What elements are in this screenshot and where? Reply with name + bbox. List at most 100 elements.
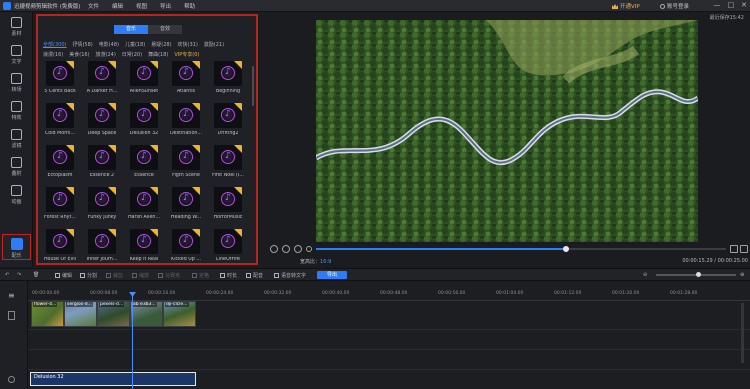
music-track-card[interactable]: Kicked Up ... — [168, 229, 204, 262]
music-track-card[interactable]: Funky Junky — [84, 187, 120, 220]
aspect-ratio[interactable]: 宽高比：16:9 — [300, 258, 331, 265]
video-clip[interactable]: ab e3b3... — [130, 301, 163, 327]
music-track-card[interactable]: Cold Morni... — [42, 103, 78, 136]
menu-edit[interactable]: 编辑 — [112, 2, 123, 10]
music-track-card[interactable]: Figth Scene — [168, 145, 204, 178]
add-corner-icon[interactable] — [66, 103, 74, 111]
fullscreen-icon[interactable] — [740, 245, 748, 253]
playhead[interactable] — [132, 293, 133, 389]
category-vip[interactable]: VIP专享(0) — [174, 52, 199, 58]
video-clip[interactable]: sergios-d... — [64, 301, 97, 327]
music-track-card[interactable]: Keep It Real — [126, 229, 162, 262]
sidebar-item-text[interactable]: 文字 — [2, 42, 31, 68]
add-corner-icon[interactable] — [150, 145, 158, 153]
speech-to-text-button[interactable]: 语音转文字 — [274, 272, 306, 279]
add-corner-icon[interactable] — [66, 229, 74, 237]
category-all[interactable]: 全部(300) — [43, 42, 66, 48]
delete-button[interactable]: 🗑 — [33, 272, 39, 278]
add-corner-icon[interactable] — [108, 145, 116, 153]
split-button[interactable]: 分割 — [80, 272, 97, 279]
category-lyrical[interactable]: 抒情(58) — [72, 42, 92, 48]
music-track-card[interactable]: First Noel (I... — [210, 145, 246, 178]
menu-view[interactable]: 视图 — [136, 2, 147, 10]
next-frame-button[interactable] — [306, 246, 312, 252]
add-corner-icon[interactable] — [234, 61, 242, 69]
music-track-card[interactable]: Delusion 32 — [126, 103, 162, 136]
add-corner-icon[interactable] — [192, 229, 200, 237]
zoom-slider-handle[interactable] — [696, 272, 701, 277]
add-corner-icon[interactable] — [108, 61, 116, 69]
music-track-card[interactable]: A Darker H... — [84, 61, 120, 94]
sidebar-item-music[interactable]: 配乐 — [2, 234, 31, 260]
close-button[interactable]: ✕ — [741, 1, 747, 9]
video-clip[interactable]: pexels-d... — [97, 301, 130, 327]
library-scrollbar[interactable] — [252, 66, 254, 106]
crop-button[interactable]: 裁剪 — [106, 272, 123, 279]
music-track-card[interactable]: Beginning — [210, 61, 246, 94]
add-corner-icon[interactable] — [66, 61, 74, 69]
music-track-card[interactable]: Essence 2 — [84, 145, 120, 178]
category-dance[interactable]: 舞曲(18) — [148, 52, 168, 58]
tab-music[interactable]: 音乐 — [114, 25, 148, 34]
music-track-card[interactable]: Forest Rhyt... — [42, 187, 78, 220]
add-corner-icon[interactable] — [234, 187, 242, 195]
time-ruler[interactable]: 00:00:00.00 00:00:08.00 00:00:16.00 00:00:2… — [28, 291, 750, 301]
menu-help[interactable]: 帮助 — [184, 2, 195, 10]
category-film[interactable]: 电影(48) — [99, 42, 119, 48]
add-corner-icon[interactable] — [66, 145, 74, 153]
music-track-card[interactable]: Heading W... — [168, 187, 204, 220]
music-track-card[interactable]: 5 Cents Back — [42, 61, 78, 94]
category-cheerful[interactable]: 欢快(31) — [178, 42, 198, 48]
audio-clip[interactable]: Delusion 32 — [30, 372, 196, 386]
add-corner-icon[interactable] — [150, 61, 158, 69]
music-track-card[interactable]: Ectoplasm — [42, 145, 78, 178]
minimize-button[interactable]: — — [714, 1, 721, 9]
sidebar-item-filter[interactable]: 滤镜 — [2, 126, 31, 152]
prev-frame-button[interactable] — [270, 245, 278, 253]
music-track-card[interactable]: LineOfFire — [210, 229, 246, 262]
undo-button[interactable]: ↶ — [5, 272, 9, 278]
progress-handle[interactable] — [563, 246, 570, 252]
category-daily[interactable]: 日常(20) — [122, 52, 142, 58]
add-corner-icon[interactable] — [108, 103, 116, 111]
music-track-card[interactable]: AlienSunset — [126, 61, 162, 94]
edit-button[interactable]: 编辑 — [55, 272, 72, 279]
zoom-out-icon[interactable]: ⊖ — [643, 272, 647, 278]
sidebar-item-overlay[interactable]: 叠附 — [2, 154, 31, 180]
sidebar-item-effects[interactable]: 特效 — [2, 98, 31, 124]
menu-file[interactable]: 文件 — [88, 2, 99, 10]
music-track-card[interactable]: Atlantis — [168, 61, 204, 94]
video-clip[interactable]: dji-clcle... — [163, 301, 196, 327]
timeline-zoom-slider[interactable] — [656, 272, 736, 277]
add-corner-icon[interactable] — [150, 229, 158, 237]
add-corner-icon[interactable] — [192, 61, 200, 69]
tab-sound-effects[interactable]: 音效 — [148, 25, 182, 34]
music-track-card[interactable]: Inner Journ... — [84, 229, 120, 262]
duration-button[interactable]: 时长 — [220, 272, 237, 279]
category-travel[interactable]: 旅游(24) — [96, 52, 116, 58]
add-corner-icon[interactable] — [150, 103, 158, 111]
music-track-card[interactable]: HorrorMusic — [210, 187, 246, 220]
vip-button[interactable]: 开通VIP — [612, 2, 640, 10]
timeline-scrollbar[interactable] — [741, 303, 744, 363]
add-corner-icon[interactable] — [108, 187, 116, 195]
sidebar-item-animation[interactable]: 动画 — [2, 182, 31, 208]
voiceover-button[interactable]: 配音 — [246, 272, 263, 279]
add-corner-icon[interactable] — [66, 187, 74, 195]
volume-icon[interactable] — [730, 245, 738, 253]
category-inspire[interactable]: 激励(21) — [204, 42, 224, 48]
music-track-card[interactable]: Essence — [126, 145, 162, 178]
mosaic-button[interactable]: 马赛克 — [158, 272, 180, 279]
menu-export[interactable]: 导出 — [160, 2, 171, 10]
login-button[interactable]: 账号登录 — [660, 2, 689, 10]
sidebar-item-transition[interactable]: 转场 — [2, 70, 31, 96]
category-children[interactable]: 儿童(18) — [125, 42, 145, 48]
export-button[interactable]: 导出 — [317, 271, 347, 279]
preview-progress-bar[interactable] — [316, 246, 726, 252]
music-track-card[interactable]: Destination... — [168, 103, 204, 136]
add-corner-icon[interactable] — [234, 145, 242, 153]
music-track-card[interactable]: Harsh Alien... — [126, 187, 162, 220]
video-clip[interactable]: flower-4... — [31, 301, 64, 327]
play-button[interactable] — [282, 245, 290, 253]
add-corner-icon[interactable] — [108, 229, 116, 237]
